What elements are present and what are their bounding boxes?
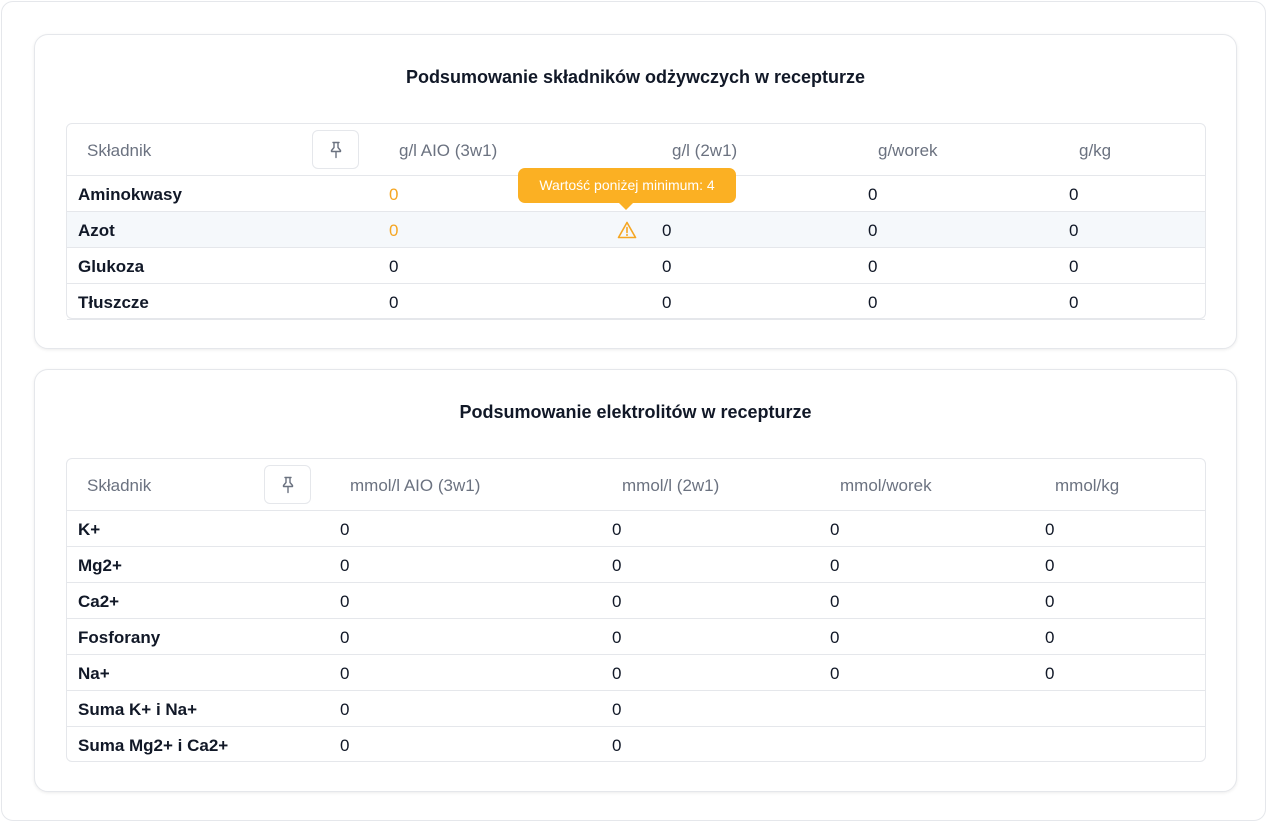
column-header-mmol-l-aio[interactable]: mmol/l AIO (3w1) xyxy=(350,476,480,496)
warning-tooltip: Wartość poniżej minimum: 4 xyxy=(518,168,736,210)
cell-value: 0 xyxy=(1069,221,1079,240)
table-row: Suma K+ i Na+ 0 0 xyxy=(67,691,1205,727)
row-name: Glukoza xyxy=(78,257,145,276)
row-name: K+ xyxy=(78,520,101,539)
table-row: Ca2+ 0 0 0 0 xyxy=(67,583,1205,619)
column-header-g-kg[interactable]: g/kg xyxy=(1079,141,1111,161)
cell-value: 0 xyxy=(830,520,840,539)
row-name: Mg2+ xyxy=(78,556,122,575)
cell-value: 0 xyxy=(612,700,622,719)
cell-value: 0 xyxy=(340,664,350,683)
cell-value: 0 xyxy=(1069,257,1079,276)
cell-value: 0 xyxy=(340,592,350,611)
cell-value: 0 xyxy=(662,293,672,312)
cell-value: 0 xyxy=(662,257,672,276)
cell-value: 0 xyxy=(612,736,622,755)
cell-value-warning: 0 xyxy=(389,185,399,204)
table-row: Glukoza 0 0 0 0 xyxy=(67,248,1205,284)
column-header-component[interactable]: Składnik xyxy=(87,141,151,161)
nutrients-table: Składnik g/l AIO (3w1) g/l (2w1) g/worek… xyxy=(66,123,1206,320)
electrolytes-table: Składnik mmol/l AIO (3w1) mmol/l (2w1) m… xyxy=(66,458,1206,762)
pin-icon xyxy=(330,141,341,158)
page-container: Podsumowanie składników odżywczych w rec… xyxy=(1,1,1266,821)
row-name: Aminokwasy xyxy=(78,185,182,204)
row-name: Tłuszcze xyxy=(78,293,149,312)
table-row: K+ 0 0 0 0 xyxy=(67,511,1205,547)
column-header-g-l-2w1[interactable]: g/l (2w1) xyxy=(672,141,737,161)
cell-value: 0 xyxy=(662,221,672,240)
column-header-mmol-l-2w1[interactable]: mmol/l (2w1) xyxy=(622,476,719,496)
table-header-row: Składnik mmol/l AIO (3w1) mmol/l (2w1) m… xyxy=(67,459,1205,511)
cell-value: 0 xyxy=(340,556,350,575)
table-row: Mg2+ 0 0 0 0 xyxy=(67,547,1205,583)
cell-value: 0 xyxy=(612,664,622,683)
row-name: Na+ xyxy=(78,664,110,683)
column-header-mmol-kg[interactable]: mmol/kg xyxy=(1055,476,1119,496)
cell-value: 0 xyxy=(340,700,350,719)
cell-value: 0 xyxy=(340,736,350,755)
table-row: Tłuszcze 0 0 0 0 xyxy=(67,284,1205,320)
column-header-mmol-worek[interactable]: mmol/worek xyxy=(840,476,932,496)
cell-value: 0 xyxy=(830,628,840,647)
cell-value: 0 xyxy=(868,221,878,240)
row-name: Fosforany xyxy=(78,628,161,647)
cell-value: 0 xyxy=(1045,520,1055,539)
cell-value: 0 xyxy=(830,664,840,683)
electrolytes-summary-title: Podsumowanie elektrolitów w recepturze xyxy=(459,402,812,422)
table-row: Fosforany 0 0 0 0 xyxy=(67,619,1205,655)
row-name: Suma K+ i Na+ xyxy=(78,700,198,719)
cell-value: 0 xyxy=(612,520,622,539)
column-header-g-l-aio[interactable]: g/l AIO (3w1) xyxy=(399,141,497,161)
cell-value: 0 xyxy=(1069,293,1079,312)
cell-value: 0 xyxy=(389,293,399,312)
pin-column-button[interactable] xyxy=(312,130,359,169)
cell-value: 0 xyxy=(868,185,878,204)
cell-value: 0 xyxy=(612,556,622,575)
pin-column-button[interactable] xyxy=(264,465,311,504)
cell-value: 0 xyxy=(612,592,622,611)
cell-value: 0 xyxy=(1045,592,1055,611)
electrolytes-summary-card: Podsumowanie elektrolitów w recepturze S… xyxy=(34,369,1237,792)
cell-value: 0 xyxy=(1045,664,1055,683)
column-header-component[interactable]: Składnik xyxy=(87,476,151,496)
cell-value: 0 xyxy=(1045,628,1055,647)
cell-value-warning: 0 xyxy=(389,221,399,240)
cell-value: 0 xyxy=(868,293,878,312)
table-row: Suma Mg2+ i Ca2+ 0 0 xyxy=(67,727,1205,763)
cell-value: 0 xyxy=(1045,556,1055,575)
row-name: Azot xyxy=(78,221,115,240)
cell-value: 0 xyxy=(389,257,399,276)
row-name: Suma Mg2+ i Ca2+ xyxy=(78,736,229,755)
table-row: Na+ 0 0 0 0 xyxy=(67,655,1205,691)
pin-icon xyxy=(282,476,293,493)
cell-value: 0 xyxy=(830,556,840,575)
column-header-g-worek[interactable]: g/worek xyxy=(878,141,938,161)
cell-value: 0 xyxy=(830,592,840,611)
cell-value: 0 xyxy=(340,520,350,539)
cell-value: 0 xyxy=(340,628,350,647)
nutrients-summary-card: Podsumowanie składników odżywczych w rec… xyxy=(34,34,1237,349)
cell-value: 0 xyxy=(1069,185,1079,204)
table-row: Azot 0 0 0 0 xyxy=(67,212,1205,248)
cell-value: 0 xyxy=(868,257,878,276)
warning-triangle-icon[interactable] xyxy=(617,221,637,239)
row-name: Ca2+ xyxy=(78,592,120,611)
cell-value: 0 xyxy=(612,628,622,647)
nutrients-summary-title: Podsumowanie składników odżywczych w rec… xyxy=(405,67,866,87)
